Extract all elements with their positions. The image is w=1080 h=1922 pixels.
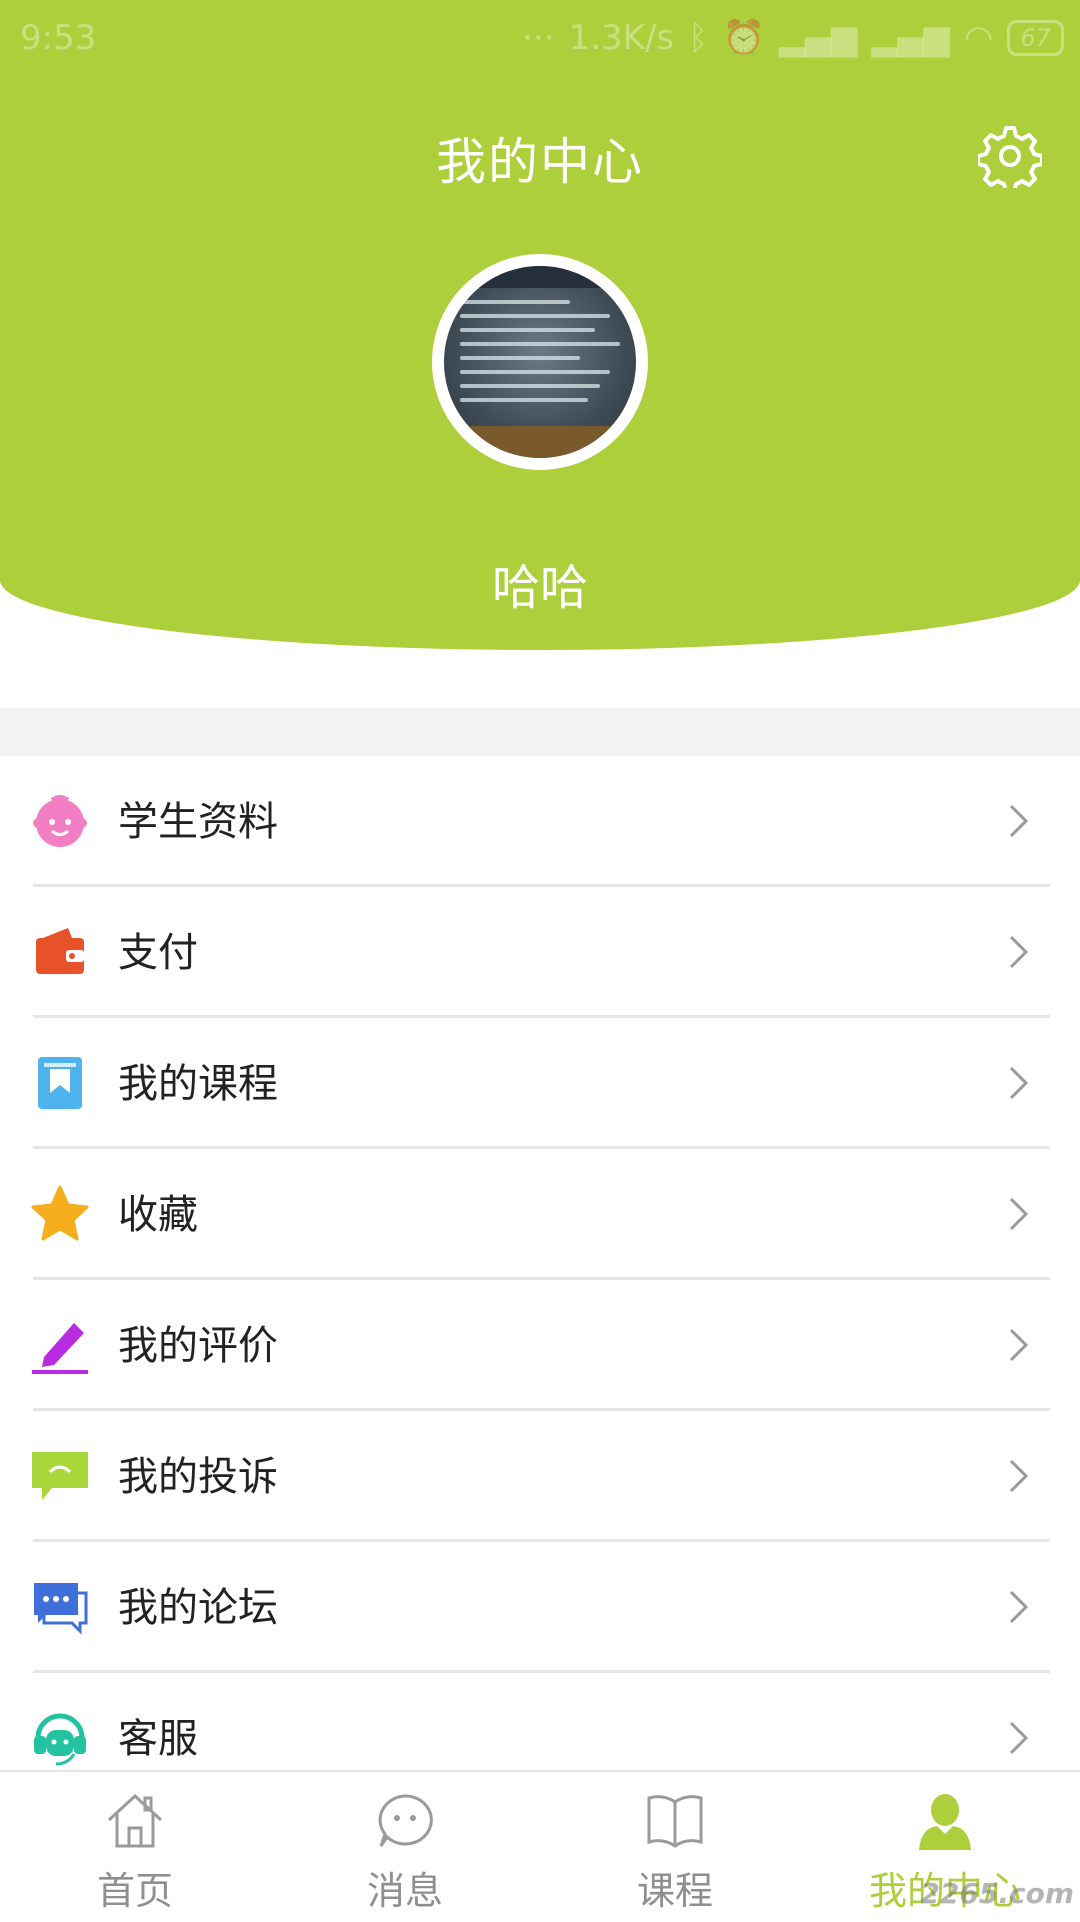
signal-icon-2: ▂▄▆ [871, 18, 950, 58]
chevron-right-icon [1009, 1066, 1029, 1100]
forum-icon [34, 1583, 88, 1635]
avatar-photo-part [460, 370, 610, 374]
gear-icon[interactable] [978, 124, 1042, 188]
tab-label: 首页 [96, 1869, 173, 1913]
tab-home[interactable]: 首页 [0, 1772, 270, 1922]
avatar-photo-part [460, 384, 600, 388]
menu-item-label: 我的评价 [118, 1323, 278, 1369]
wallet-icon [36, 928, 84, 974]
baby-face-icon [33, 795, 87, 847]
dots-icon: ··· [522, 18, 555, 58]
chevron-right-icon [1009, 935, 1029, 969]
section-divider [0, 708, 1080, 756]
person-icon [919, 1794, 971, 1850]
avatar-photo-part [444, 426, 636, 458]
home-icon [107, 1793, 163, 1848]
avatar-photo-part [460, 300, 570, 304]
page-title: 我的中心 [436, 133, 644, 191]
bottom-tab-bar: 首页 消息 课程 我的中心 2265.com [0, 1770, 1080, 1922]
avatar[interactable] [444, 266, 636, 458]
menu-list: 学生资料 支付 我的课程 收藏 我的评价 我的投诉 我的论坛 客服 [0, 756, 1080, 1804]
message-icon [378, 1794, 433, 1847]
alarm-icon: ⏰ [722, 18, 765, 58]
book-icon [647, 1795, 703, 1848]
chevron-right-icon [1009, 1721, 1029, 1755]
menu-item-label: 我的论坛 [118, 1585, 278, 1631]
tab-courses[interactable]: 课程 [540, 1772, 810, 1922]
network-speed: 1.3K/s [568, 18, 675, 58]
tab-label: 课程 [636, 1869, 713, 1913]
menu-item-my-complaints[interactable]: 我的投诉 [0, 1411, 1080, 1542]
signal-icon: ▂▄▆ [778, 18, 858, 58]
bluetooth-icon: ᛒ [688, 18, 709, 58]
avatar-photo-part [460, 356, 580, 360]
chat-bubble-icon [32, 1452, 88, 1500]
profile-header: 9:53 ··· 1.3K/s ᛒ ⏰ ▂▄▆ ▂▄▆ ◠ 67 我的中心 哈哈 [0, 0, 1080, 650]
menu-item-label: 客服 [118, 1716, 198, 1762]
avatar-photo-part [460, 314, 610, 318]
menu-item-my-forum[interactable]: 我的论坛 [0, 1542, 1080, 1673]
menu-item-label: 我的投诉 [118, 1454, 278, 1500]
menu-item-label: 学生资料 [118, 799, 278, 845]
status-icons: ··· 1.3K/s ᛒ ⏰ ▂▄▆ ▂▄▆ ◠ 67 [522, 18, 1064, 58]
chevron-right-icon [1009, 1590, 1029, 1624]
tab-messages[interactable]: 消息 [270, 1772, 540, 1922]
menu-item-favorites[interactable]: 收藏 [0, 1149, 1080, 1280]
menu-item-label: 支付 [118, 930, 198, 976]
avatar-photo-part [460, 342, 620, 346]
chevron-right-icon [1009, 1459, 1029, 1493]
menu-item-label: 我的课程 [118, 1061, 278, 1107]
username: 哈哈 [491, 560, 588, 616]
star-icon [31, 1185, 89, 1241]
menu-item-my-courses[interactable]: 我的课程 [0, 1018, 1080, 1149]
watermark: 2265.com [920, 1877, 1074, 1910]
avatar-photo-part [460, 398, 588, 402]
chevron-right-icon [1009, 1197, 1029, 1231]
battery-icon: 67 [1007, 20, 1064, 56]
tab-label: 消息 [366, 1869, 443, 1913]
pencil-icon [32, 1323, 88, 1374]
menu-item-label: 收藏 [118, 1192, 198, 1238]
menu-item-my-reviews[interactable]: 我的评价 [0, 1280, 1080, 1411]
avatar-photo-part [460, 328, 595, 332]
status-bar: 9:53 ··· 1.3K/s ᛒ ⏰ ▂▄▆ ▂▄▆ ◠ 67 [0, 0, 1080, 76]
chevron-right-icon [1009, 804, 1029, 838]
status-time: 9:53 [20, 18, 97, 58]
wifi-icon: ◠ [963, 18, 994, 58]
avatar-photo-part [444, 266, 636, 288]
menu-item-student-profile[interactable]: 学生资料 [0, 756, 1080, 887]
headset-icon [34, 1713, 86, 1766]
menu-item-payment[interactable]: 支付 [0, 887, 1080, 1018]
bookmark-book-icon [38, 1057, 82, 1109]
chevron-right-icon [1009, 1328, 1029, 1362]
